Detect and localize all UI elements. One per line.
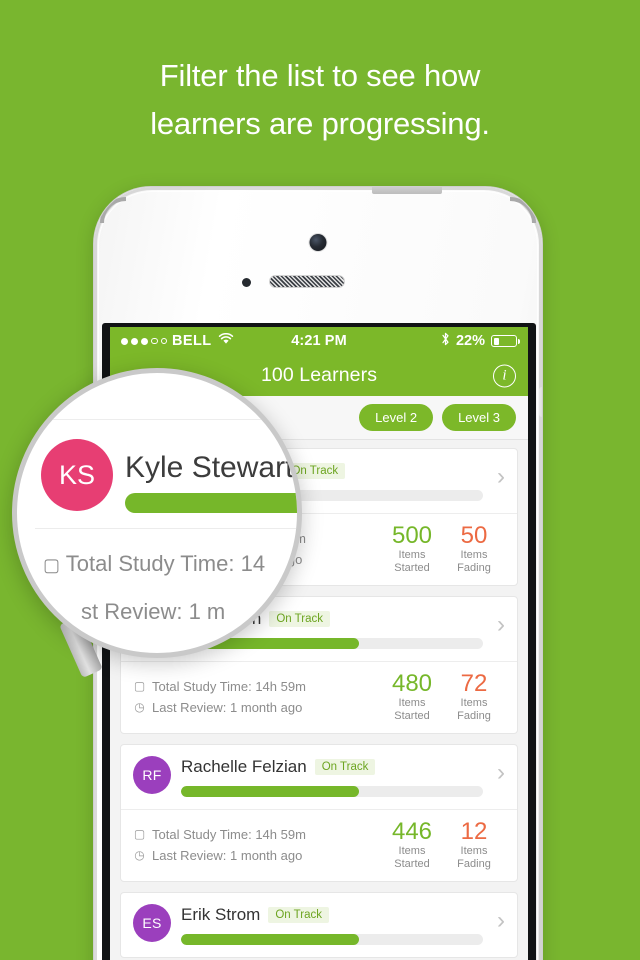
device-corner-top-left bbox=[100, 197, 126, 223]
clock-icon: ◷ bbox=[134, 848, 145, 862]
side-button-right[interactable] bbox=[539, 387, 542, 417]
last-review-text: Last Review: 1 month ago bbox=[152, 848, 303, 863]
learner-card-header[interactable]: ES Erik Strom On Track › bbox=[121, 893, 517, 957]
avatar: RF bbox=[133, 756, 171, 794]
items-fading-metric: 12 Items Fading bbox=[443, 819, 505, 871]
items-started-label-2: Started bbox=[394, 858, 430, 870]
progress-bar-fill bbox=[181, 934, 360, 945]
learner-name-row: Erik Strom On Track bbox=[181, 905, 483, 925]
items-fading-label-1: Items bbox=[460, 845, 488, 857]
learner-name: Erik Strom bbox=[181, 905, 261, 924]
items-started-label-2: Started bbox=[394, 710, 430, 722]
magnified-learner-name: Kyle Stewart bbox=[125, 451, 294, 484]
items-fading-metric: 72 Items Fading bbox=[443, 671, 505, 723]
learner-name-row: Rachelle Felzian On Track bbox=[181, 757, 483, 777]
items-started-label-1: Items bbox=[398, 697, 426, 709]
magnified-avatar: KS bbox=[41, 439, 113, 511]
study-time-text: Total Study Time: 14h 59m bbox=[152, 827, 306, 842]
study-time-line: ▢ Total Study Time: 14h 59m bbox=[133, 824, 381, 845]
info-circle-icon[interactable]: i bbox=[493, 364, 516, 387]
learner-time-stats: ▢ Total Study Time: 14h 59m ◷ Last Revie… bbox=[133, 824, 381, 866]
book-icon: ▢ bbox=[133, 827, 146, 841]
info-letter: i bbox=[502, 367, 507, 383]
chevron-right-icon[interactable]: › bbox=[493, 460, 505, 494]
headline-line-2: learners are progressing. bbox=[150, 106, 490, 141]
items-fading-label-1: Items bbox=[460, 549, 488, 561]
device-corner-top-right bbox=[510, 197, 536, 223]
items-started-label-2: Started bbox=[394, 562, 430, 574]
magnifier-content: KS Kyle Stewart ▢ Total Study Time: 14 s… bbox=[17, 373, 297, 653]
battery-percent: 22% bbox=[455, 333, 485, 349]
items-started-value: 500 bbox=[391, 522, 433, 549]
items-fading-label-1: Items bbox=[460, 697, 488, 709]
learner-name: Rachelle Felzian bbox=[181, 757, 307, 776]
magnified-study-time: ▢ Total Study Time: 14 bbox=[43, 551, 265, 577]
items-fading-value: 12 bbox=[460, 818, 488, 845]
last-review-line: ◷ Last Review: 1 month ago bbox=[133, 845, 381, 866]
power-button[interactable] bbox=[372, 187, 442, 194]
learner-card-main: Rachelle Felzian On Track bbox=[181, 756, 483, 797]
items-started-value: 480 bbox=[391, 670, 433, 697]
front-camera-icon bbox=[309, 234, 327, 251]
study-time-line: ▢ Total Study Time: 14h 59m bbox=[133, 676, 381, 697]
learner-card-main: Erik Strom On Track bbox=[181, 904, 483, 945]
chevron-right-icon[interactable]: › bbox=[493, 608, 505, 642]
magnifier-lens: KS Kyle Stewart ▢ Total Study Time: 14 s… bbox=[12, 368, 302, 658]
items-started-metric: 500 Items Started bbox=[381, 523, 443, 575]
magnified-progress-bar bbox=[125, 493, 297, 513]
signal-strength-icon bbox=[121, 337, 167, 345]
progress-bar bbox=[181, 786, 483, 797]
learner-time-stats: ▢ Total Study Time: 14h 59m ◷ Last Revie… bbox=[133, 676, 381, 718]
last-review-text: Last Review: 1 month ago bbox=[152, 700, 303, 715]
learner-card-header[interactable]: RF Rachelle Felzian On Track › bbox=[121, 745, 517, 809]
items-fading-label-2: Fading bbox=[457, 710, 491, 722]
book-icon: ▢ bbox=[133, 679, 146, 693]
proximity-sensor-icon bbox=[242, 278, 251, 287]
items-fading-value: 72 bbox=[460, 670, 488, 697]
status-badge: On Track bbox=[268, 907, 329, 923]
status-bar: BELL 4:21 PM 22% bbox=[110, 327, 528, 355]
learner-card-stats: ▢ Total Study Time: 14h 59m ◷ Last Revie… bbox=[121, 809, 517, 881]
status-bar-left: BELL bbox=[121, 332, 234, 349]
learner-card-stats: ▢ Total Study Time: 14h 59m ◷ Last Revie… bbox=[121, 661, 517, 733]
items-started-value: 446 bbox=[391, 818, 433, 845]
items-started-label-1: Items bbox=[398, 549, 426, 561]
items-started-metric: 446 Items Started bbox=[381, 819, 443, 871]
earpiece-speaker-icon bbox=[269, 275, 345, 288]
chevron-right-icon[interactable]: › bbox=[493, 756, 505, 790]
clock-icon: ◷ bbox=[134, 700, 145, 714]
avatar: ES bbox=[133, 904, 171, 942]
carrier-name: BELL bbox=[172, 333, 212, 349]
magnifier-top-divider bbox=[17, 419, 297, 420]
battery-icon bbox=[491, 335, 520, 347]
magnified-study-time-text: Total Study Time: 14 bbox=[65, 551, 266, 576]
items-fading-label-2: Fading bbox=[457, 562, 491, 574]
promo-headline: Filter the list to see how learners are … bbox=[0, 52, 640, 148]
items-fading-label-2: Fading bbox=[457, 858, 491, 870]
last-review-line: ◷ Last Review: 1 month ago bbox=[133, 697, 381, 718]
status-badge: On Track bbox=[314, 759, 376, 775]
magnifier-mid-divider bbox=[35, 528, 297, 529]
items-started-metric: 480 Items Started bbox=[381, 671, 443, 723]
filter-pill-level-3[interactable]: Level 3 bbox=[442, 404, 516, 431]
learner-card[interactable]: ES Erik Strom On Track › bbox=[120, 892, 518, 958]
status-bar-right: 22% bbox=[441, 332, 520, 350]
study-time-text: Total Study Time: 14h 59m bbox=[152, 679, 306, 694]
chevron-right-icon[interactable]: › bbox=[493, 904, 505, 938]
items-fading-value: 50 bbox=[460, 522, 488, 549]
book-icon: ▢ bbox=[43, 555, 61, 575]
progress-bar bbox=[181, 934, 483, 945]
filter-pill-level-2[interactable]: Level 2 bbox=[359, 404, 434, 431]
headline-line-1: Filter the list to see how bbox=[159, 58, 481, 93]
progress-bar-fill bbox=[181, 786, 360, 797]
learner-card[interactable]: RF Rachelle Felzian On Track › ▢ Total S… bbox=[120, 744, 518, 882]
items-started-label-1: Items bbox=[398, 845, 426, 857]
wifi-icon bbox=[218, 332, 234, 349]
bluetooth-icon bbox=[441, 332, 450, 350]
magnified-last-review: st Review: 1 m bbox=[81, 599, 226, 624]
items-fading-metric: 50 Items Fading bbox=[443, 523, 505, 575]
